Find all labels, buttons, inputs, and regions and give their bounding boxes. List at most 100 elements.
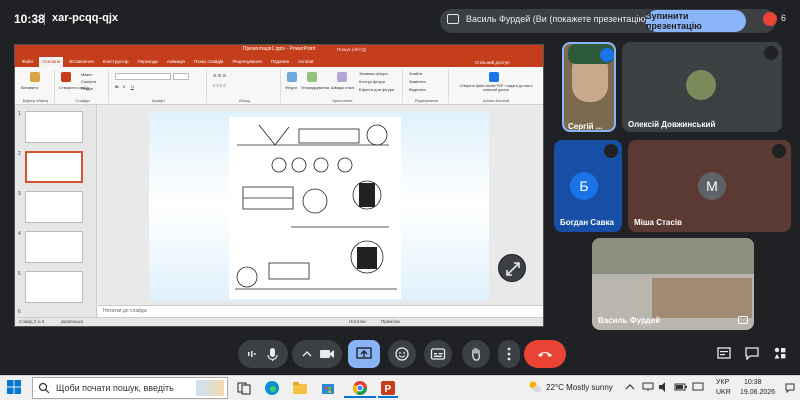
ppt-tab[interactable]: Файл [19,57,36,67]
network-icon[interactable] [642,381,654,393]
emoji-button[interactable] [388,340,416,368]
ribbon-item[interactable]: Знайти [409,71,422,76]
ppt-tab[interactable]: Рецензування [229,57,264,67]
participant-tile-4[interactable]: М Міша Стасів [628,140,791,232]
search-placeholder: Щоби почати пошук, введіть [56,383,174,393]
ppt-tab-active[interactable]: Основне [39,57,64,67]
thumb-number: 1 [18,111,21,117]
raise-hand-button[interactable] [462,340,490,368]
participant-tile-1[interactable]: Сергій ... [562,42,616,132]
slide-thumbnail[interactable] [25,111,83,143]
ribbon-item[interactable]: Скинути [81,79,96,84]
participant-tile-self[interactable]: Василь Фурдей [592,238,754,330]
battery-icon[interactable] [674,381,688,393]
underline-icon[interactable]: Ч [131,84,134,89]
notes-pane[interactable] [98,305,543,317]
bold-icon[interactable]: Ж [115,84,119,89]
ribbon-item[interactable]: Макет [81,72,92,77]
ppt-tab[interactable]: Показ слайдів [191,57,226,67]
ppt-share-button[interactable]: Спільний доступ [475,60,510,65]
ppt-tab[interactable]: Подання [268,57,292,67]
participant-name: Олексій Довжинський [628,120,716,129]
quick-styles-icon[interactable] [337,72,347,82]
ribbon-item[interactable]: Створити файл Adobe PDF і надати до ньог… [453,84,539,92]
chrome-icon[interactable] [352,380,368,396]
ribbon-item[interactable]: Фігури [285,85,297,90]
chat-icon[interactable] [744,345,760,361]
store-icon[interactable] [320,380,336,396]
active-app-indicator [378,396,398,398]
display-icon[interactable] [692,381,704,393]
chevron-up-icon[interactable] [624,381,636,393]
participant-tile-3[interactable]: Б Богдан Савка [554,140,622,232]
ribbon-item[interactable]: Швидкі стилі [331,85,354,90]
ppt-title: Презентація1.pptx - PowerPoint [242,46,316,52]
more-options-button[interactable] [498,340,520,368]
ribbon-item[interactable]: Розділ [81,86,93,91]
expand-icon[interactable] [498,254,526,282]
edge-icon[interactable] [264,380,280,396]
italic-icon[interactable]: К [123,84,125,89]
stop-presenting-button[interactable]: Зупинити презентацію [646,10,746,32]
people-count: 6 [781,13,787,23]
captions-button[interactable] [424,340,452,368]
people-icon[interactable] [763,12,777,26]
paste-icon[interactable] [30,72,40,82]
emoji-icon [395,347,409,361]
new-slide-icon[interactable] [61,72,71,82]
ribbon-item[interactable]: Заливка фігури [359,71,388,76]
camera-button[interactable] [292,340,342,368]
ribbon-item[interactable]: Виділити [409,87,426,92]
language-indicator-sub: UKR [716,389,731,396]
info-icon[interactable] [716,345,732,361]
weather-icon[interactable] [528,380,542,394]
speaker-icon[interactable] [658,381,670,393]
ribbon-item[interactable]: Ефекти для фігури [359,87,394,92]
slide-thumbnail[interactable] [25,271,83,303]
ribbon-item[interactable]: Контур фігури [359,79,385,84]
file-explorer-icon[interactable] [292,380,308,396]
ppt-tab[interactable]: Acrobat [295,57,317,67]
pdf-icon[interactable] [489,72,499,82]
ppt-tab[interactable]: Анімація [164,57,188,67]
windows-start-icon[interactable] [6,379,22,395]
align-icon[interactable]: ≡ ≡ ≡ ≡ [213,83,226,88]
notifications-icon[interactable] [784,382,796,394]
ppt-tab[interactable]: Конструктор [100,57,132,67]
avatar-initial: Б [579,178,589,194]
participant-name: Міша Стасів [634,218,682,227]
weather-text[interactable]: 22°C Mostly sunny [546,383,613,392]
ribbon-item[interactable]: Вставити [21,85,38,90]
slide-thumbnail-selected[interactable] [25,151,83,183]
technical-drawing [229,117,401,299]
arrange-icon[interactable] [307,72,317,82]
present-screen-icon [356,347,372,359]
ppt-tab[interactable]: Переходи [134,57,160,67]
mic-button[interactable] [238,340,288,368]
task-view-icon[interactable] [236,380,252,396]
taskbar-clock[interactable]: 10:38 [744,379,762,386]
notes-toggle[interactable]: Нотатки [349,319,366,324]
powerpoint-icon[interactable]: P [380,380,396,396]
slide-thumbnail[interactable] [25,191,83,223]
font-size-box[interactable] [173,73,189,80]
ribbon-group-label: Абзац [238,98,251,103]
ppt-search[interactable]: Пошук (Alt+Q) [337,47,366,52]
ppt-tab[interactable]: Вставлення [66,57,97,67]
ribbon-group-font: Ж К Ч Шрифт [111,69,207,103]
font-name-box[interactable] [115,73,171,80]
leave-call-button[interactable] [524,340,566,368]
pin-icon[interactable] [738,316,748,324]
present-button[interactable] [348,340,380,368]
ribbon-item[interactable]: Замінити [409,79,426,84]
ribbon-group-label: Слайди [75,98,90,103]
shapes-icon[interactable] [287,72,297,82]
slide-thumbnail[interactable] [25,231,83,263]
participant-tile-2[interactable]: Олексій Довжинський [622,42,782,132]
list-icon[interactable]: ☰ ☰ ☰ [213,73,226,78]
activities-icon[interactable] [772,345,788,361]
ribbon-item[interactable]: Упорядкування [301,85,329,90]
language-indicator[interactable]: УКР [716,379,729,386]
comments-toggle[interactable]: Примітки [381,319,400,324]
participant-video [592,238,754,274]
